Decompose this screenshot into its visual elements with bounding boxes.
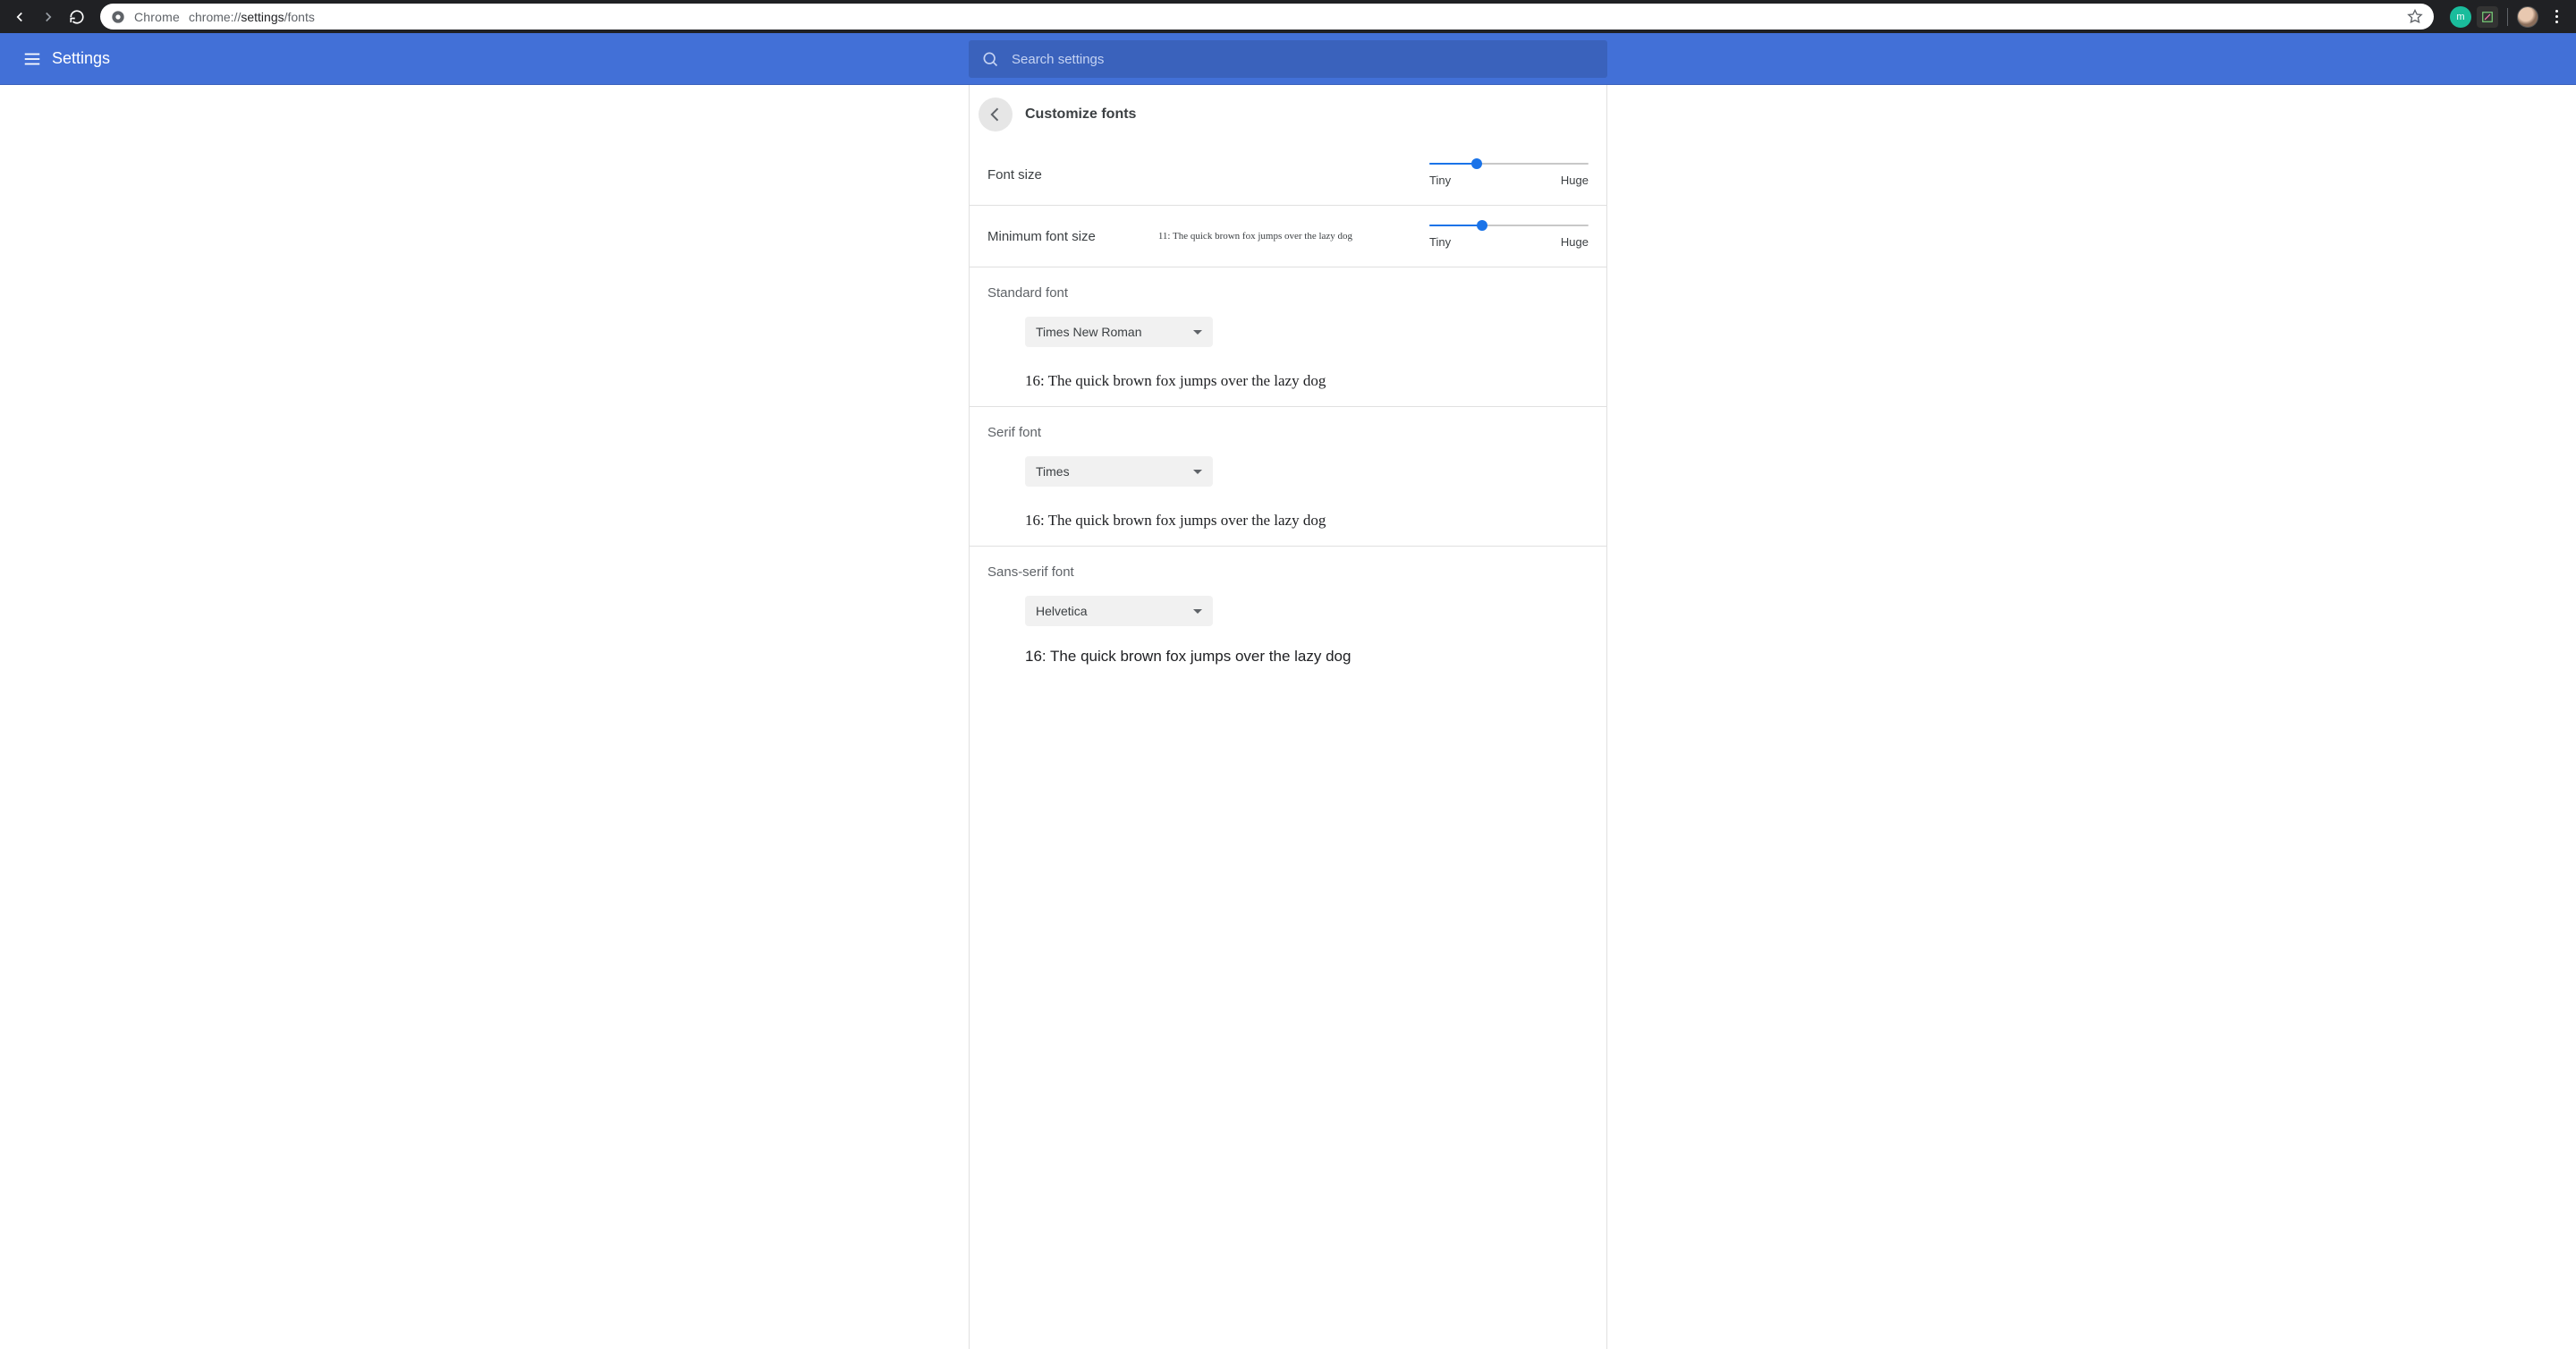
extension-icon-1[interactable]: m (2450, 6, 2471, 28)
search-icon (981, 50, 999, 68)
origin-label: Chrome (134, 10, 180, 24)
sans-serif-font-dropdown[interactable]: Helvetica (1025, 596, 1213, 626)
min-font-size-preview: 11: The quick brown fox jumps over the l… (1158, 231, 1352, 242)
settings-viewport: Customize fonts Font size Tiny Huge Mini… (0, 85, 2576, 1349)
serif-font-title: Serif font (987, 425, 1589, 440)
chrome-menu-button[interactable] (2544, 10, 2569, 23)
serif-font-dropdown[interactable]: Times (1025, 456, 1213, 487)
sans-serif-font-section: Sans-serif font Helvetica 16: The quick … (970, 547, 1606, 682)
font-size-slider[interactable] (1429, 163, 1589, 165)
serif-font-selected: Times (1036, 464, 1070, 479)
menu-button[interactable] (14, 41, 50, 77)
standard-font-preview: 16: The quick brown fox jumps over the l… (1025, 372, 1589, 390)
forward-button[interactable] (36, 4, 61, 30)
bookmark-star-icon[interactable] (2407, 9, 2423, 25)
site-identity-icon (111, 10, 125, 24)
chevron-down-icon (1193, 330, 1202, 335)
min-font-size-slider-block: Tiny Huge (1429, 225, 1589, 249)
font-size-slider-block: Tiny Huge (1429, 163, 1589, 187)
standard-font-dropdown[interactable]: Times New Roman (1025, 317, 1213, 347)
profile-avatar[interactable] (2517, 6, 2538, 28)
sans-serif-font-title: Sans-serif font (987, 564, 1589, 580)
font-size-min-label: Tiny (1429, 174, 1451, 187)
extension-icon-2[interactable] (2477, 6, 2498, 28)
chevron-down-icon (1193, 470, 1202, 474)
serif-font-section: Serif font Times 16: The quick brown fox… (970, 407, 1606, 546)
min-font-size-max-label: Huge (1561, 235, 1589, 249)
content-column: Customize fonts Font size Tiny Huge Mini… (969, 85, 1607, 1349)
standard-font-section: Standard font Times New Roman 16: The qu… (970, 267, 1606, 406)
sans-serif-font-preview: 16: The quick brown fox jumps over the l… (1025, 648, 1589, 666)
app-title: Settings (52, 49, 110, 68)
search-input[interactable] (1012, 52, 1595, 67)
font-size-row: Font size Tiny Huge (970, 144, 1606, 205)
font-size-label: Font size (987, 167, 1042, 182)
min-font-size-slider[interactable] (1429, 225, 1589, 226)
search-settings[interactable] (969, 40, 1607, 78)
font-size-slider-thumb[interactable] (1471, 158, 1482, 169)
toolbar-right: m (2445, 6, 2569, 28)
min-font-size-row: Minimum font size 11: The quick brown fo… (970, 206, 1606, 267)
min-font-size-label: Minimum font size (987, 229, 1096, 244)
chevron-down-icon (1193, 609, 1202, 614)
search-container (969, 40, 1607, 78)
page-header: Customize fonts (970, 85, 1606, 144)
font-size-max-label: Huge (1561, 174, 1589, 187)
back-to-appearance-button[interactable] (979, 98, 1013, 132)
sans-serif-font-selected: Helvetica (1036, 604, 1088, 618)
address-bar[interactable]: Chrome chrome://settings/fonts (100, 4, 2434, 30)
min-font-size-slider-thumb[interactable] (1477, 220, 1487, 231)
reload-button[interactable] (64, 4, 89, 30)
serif-font-preview: 16: The quick brown fox jumps over the l… (1025, 512, 1589, 530)
page-title: Customize fonts (1025, 106, 1136, 123)
back-button[interactable] (7, 4, 32, 30)
browser-toolbar: Chrome chrome://settings/fonts m (0, 0, 2576, 33)
min-font-size-min-label: Tiny (1429, 235, 1451, 249)
url-text: chrome://settings/fonts (189, 10, 315, 24)
standard-font-title: Standard font (987, 285, 1589, 301)
toolbar-divider (2507, 8, 2508, 26)
standard-font-selected: Times New Roman (1036, 325, 1142, 339)
